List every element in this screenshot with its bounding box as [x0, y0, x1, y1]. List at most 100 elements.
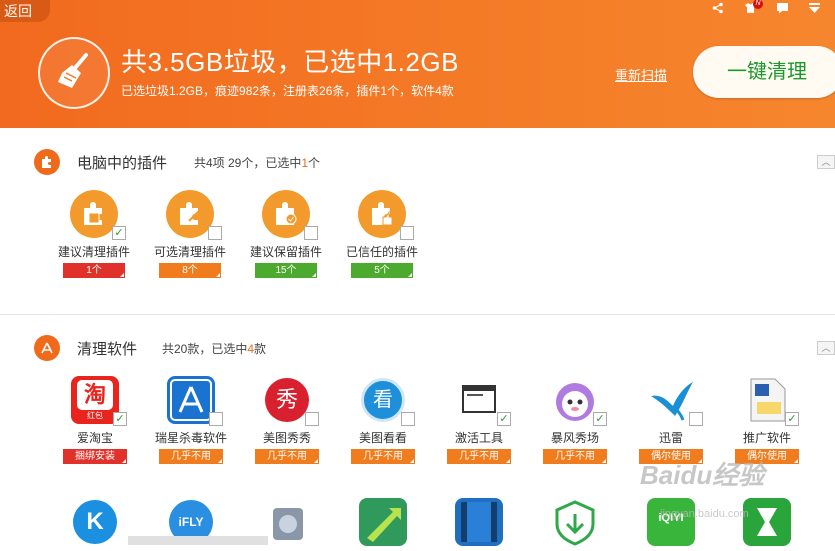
taobao-icon: 淘 红包 ✓	[71, 376, 127, 426]
app-checkbox[interactable]: ✓	[785, 412, 799, 426]
plugin-count-tag[interactable]: 5个	[351, 263, 413, 278]
app-item[interactable]: 瑞星杀毒软件 几乎不用	[149, 376, 233, 464]
app-item[interactable]: 淘 红包 ✓ 爱淘宝 捆绑安装	[53, 376, 137, 464]
video-app-icon	[455, 498, 503, 546]
broom-icon	[38, 37, 110, 109]
app-usage-tag[interactable]: 几乎不用	[543, 449, 607, 464]
green-app-icon	[743, 498, 791, 546]
app-item[interactable]	[725, 498, 809, 546]
software-collapse-button[interactable]: ︿	[817, 341, 835, 355]
plugins-section: 电脑中的插件 共4项 29个，已选中1个 ︿ ✓ 建议清理插件 1个 可选清理插…	[0, 128, 835, 314]
download-app-icon	[551, 498, 599, 546]
green-arrow-app-icon	[359, 498, 407, 546]
plugin-category[interactable]: 可选清理插件 8个	[145, 190, 235, 278]
taobao-sub: 红包	[87, 411, 103, 420]
app-checkbox[interactable]	[689, 412, 703, 426]
plugin-category[interactable]: 建议保留插件 15个	[241, 190, 331, 278]
plugin-keep-icon	[262, 190, 318, 240]
window-controls: N	[711, 0, 821, 16]
plugins-title: 电脑中的插件	[77, 155, 168, 172]
meitu-glyph: 秀	[265, 378, 309, 422]
plugins-count: 共4项 29个，已选中1个	[194, 156, 321, 170]
plugin-clean-icon: ✓	[70, 190, 126, 240]
xunlei-icon	[647, 376, 703, 426]
plugin-label: 可选清理插件	[153, 245, 226, 259]
promo-software-icon: ✓	[743, 376, 799, 426]
skin-icon[interactable]: N	[743, 0, 763, 16]
page-title: 共3.5GB垃圾，已选中1.2GB	[121, 47, 459, 77]
app-label: 激活工具	[454, 431, 503, 445]
app-item[interactable]	[341, 498, 425, 546]
app-label: 美图秀秀	[262, 431, 311, 445]
rising-antivirus-icon	[167, 376, 223, 426]
plugin-optional-icon	[166, 190, 222, 240]
app-checkbox[interactable]	[209, 412, 223, 426]
app-item[interactable]: ✓ 暴风秀场 几乎不用	[533, 376, 617, 464]
app-usage-tag[interactable]: 几乎不用	[447, 449, 511, 464]
media-player-icon	[263, 498, 311, 546]
plugin-checkbox[interactable]	[208, 226, 222, 240]
software-title: 清理软件	[77, 341, 138, 358]
app-checkbox[interactable]: ✓	[593, 412, 607, 426]
activation-tool-icon: ✓	[455, 376, 511, 426]
app-label: 迅雷	[658, 431, 683, 445]
watermark-url: jingyan.baidu.com	[660, 508, 749, 520]
message-icon[interactable]	[775, 2, 789, 16]
app-usage-tag[interactable]: 捆绑安装	[63, 449, 127, 464]
app-item[interactable]: 看 美图看看 几乎不用	[341, 376, 425, 464]
plugin-checkbox[interactable]	[400, 226, 414, 240]
kankan-glyph: 看	[361, 378, 405, 422]
app-checkbox[interactable]: ✓	[113, 412, 127, 426]
plugin-count-tag[interactable]: 15个	[255, 263, 317, 278]
app-usage-tag[interactable]: 几乎不用	[255, 449, 319, 464]
plugin-label: 建议保留插件	[249, 245, 322, 259]
share-icon[interactable]	[711, 2, 725, 16]
app-label: 美图看看	[358, 431, 407, 445]
app-label: 推广软件	[742, 431, 791, 445]
app-item[interactable]: 秀 美图秀秀 几乎不用	[245, 376, 329, 464]
plugin-category[interactable]: 已信任的插件 5个	[337, 190, 427, 278]
app-label: 瑞星杀毒软件	[154, 431, 227, 445]
plugin-category[interactable]: ✓ 建议清理插件 1个	[49, 190, 139, 278]
horizontal-scrollbar[interactable]	[128, 536, 268, 545]
taobao-glyph: 淘	[77, 380, 113, 410]
app-item[interactable]	[437, 498, 521, 546]
app-label: 爱淘宝	[76, 431, 113, 445]
new-badge: N	[753, 0, 763, 9]
app-item[interactable]	[533, 498, 617, 546]
rescan-link[interactable]: 重新扫描	[615, 65, 667, 84]
plugin-count-tag[interactable]: 1个	[63, 263, 125, 278]
menu-icon[interactable]	[807, 2, 821, 16]
app-item[interactable]: 迅雷 偶尔使用	[629, 376, 713, 464]
back-button[interactable]: 返回	[0, 0, 50, 22]
plugins-collapse-button[interactable]: ︿	[817, 155, 835, 169]
app-usage-tag[interactable]: 几乎不用	[159, 449, 223, 464]
kugou-icon: K	[71, 498, 119, 546]
appstore-icon	[34, 335, 60, 361]
one-click-clean-button[interactable]: 一键清理	[693, 46, 835, 98]
baidu-watermark: Baidu经验	[640, 460, 765, 490]
meitu-xiuxiu-icon: 秀	[263, 376, 319, 426]
app-label: 暴风秀场	[550, 431, 599, 445]
software-count: 共20款，已选中4款	[162, 342, 267, 356]
plugin-checkbox[interactable]	[304, 226, 318, 240]
baofeng-show-icon: ✓	[551, 376, 607, 426]
plugin-label: 已信任的插件	[345, 245, 418, 259]
app-checkbox[interactable]	[401, 412, 415, 426]
scan-summary: 已选垃圾1.2GB，痕迹982条，注册表26条，插件1个，软件4款	[121, 84, 454, 98]
app-item[interactable]: iQIYI	[629, 498, 713, 546]
app-item[interactable]: K	[53, 498, 137, 546]
meitu-kankan-icon: 看	[359, 376, 415, 426]
app-checkbox[interactable]	[305, 412, 319, 426]
app-item[interactable]: ✓ 推广软件 偶尔使用	[725, 376, 809, 464]
header-banner: 返回 N 共3.5GB垃圾，已选中1.2GB 已选垃圾1.2GB，痕迹982条，…	[0, 0, 835, 128]
app-usage-tag[interactable]: 几乎不用	[351, 449, 415, 464]
app-checkbox[interactable]: ✓	[497, 412, 511, 426]
plugin-label: 建议清理插件	[57, 245, 130, 259]
plugin-checkbox[interactable]: ✓	[112, 226, 126, 240]
puzzle-icon	[34, 149, 60, 175]
app-item[interactable]: ✓ 激活工具 几乎不用	[437, 376, 521, 464]
plugin-trusted-icon	[358, 190, 414, 240]
plugin-count-tag[interactable]: 8个	[159, 263, 221, 278]
iqiyi-icon: iQIYI	[647, 498, 695, 546]
